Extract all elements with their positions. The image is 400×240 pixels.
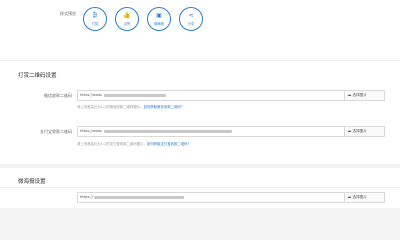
redacted-text xyxy=(103,129,232,133)
poster-section-title: 微海报设置 xyxy=(18,179,46,185)
alipay-qr-label: 支付宝收款二维码 xyxy=(40,129,72,134)
reward-button-label: 打赏 xyxy=(91,22,99,26)
share-button-label: 分享 xyxy=(187,22,195,26)
style-preview-label: 样式预览 xyxy=(60,11,76,16)
share-button[interactable]: ⋖ 分享 xyxy=(179,7,203,31)
cloud-upload-icon: ☁ xyxy=(347,129,352,134)
wechat-qr-input[interactable]: https://www. xyxy=(77,90,345,101)
redacted-text xyxy=(103,93,166,97)
divider xyxy=(0,187,400,188)
poster-button-label: 微海报 xyxy=(154,22,164,26)
wechat-qr-value: https://www. xyxy=(80,93,103,97)
hint-text: 请上传宽高比为1:1的支付宝收款二维码图片， xyxy=(77,142,147,146)
reward-qr-section-title: 打赏二维码设置 xyxy=(18,73,57,79)
reward-button[interactable]: ₿ 打赏 xyxy=(83,7,107,31)
alipay-qr-pick-button[interactable]: ☁选择图片 xyxy=(345,126,385,137)
poster-icon: ▣ xyxy=(156,12,162,19)
hint-text: 请上传宽高比为1:1的微信收款二维码图片， xyxy=(77,105,144,109)
reward-settings-panel: 样式预览 ₿ 打赏 👍 点赞 ▣ 微海报 ⋖ 分享 打赏二维码设置 微信收款二维… xyxy=(0,0,400,164)
pick-label: 选择图片 xyxy=(352,195,367,199)
wechat-qr-label: 微信收款二维码 xyxy=(44,93,72,98)
thumbs-up-icon: 👍 xyxy=(123,12,131,19)
divider xyxy=(0,60,400,61)
alipay-qr-value: https://www. xyxy=(80,129,103,133)
poster-image-pick-button[interactable]: ☁选择图片 xyxy=(345,192,385,203)
cloud-upload-icon: ☁ xyxy=(347,93,352,98)
poster-image-value: https:// xyxy=(80,195,93,199)
poster-button[interactable]: ▣ 微海报 xyxy=(147,7,171,31)
cloud-upload-icon: ☁ xyxy=(347,195,352,200)
wechat-qr-pick-button[interactable]: ☁选择图片 xyxy=(345,90,385,101)
share-icon: ⋖ xyxy=(188,12,194,19)
alipay-qr-hint: 请上传宽高比为1:1的支付宝收款二维码图片，如何获取支付宝收款二维码？ xyxy=(77,141,191,146)
pick-label: 选择图片 xyxy=(352,129,367,133)
like-button[interactable]: 👍 点赞 xyxy=(115,7,139,31)
wechat-qr-hint: 请上传宽高比为1:1的微信收款二维码图片，如何获取微信收款二维码？ xyxy=(77,104,184,109)
wechat-qr-help-link[interactable]: 如何获取微信收款二维码？ xyxy=(144,105,185,109)
redacted-text xyxy=(94,195,185,199)
poster-image-input[interactable]: https:// xyxy=(77,192,345,203)
pick-label: 选择图片 xyxy=(352,93,367,97)
like-button-label: 点赞 xyxy=(123,22,131,26)
poster-settings-panel: 微海报设置 https:// ☁选择图片 xyxy=(0,168,400,208)
alipay-qr-help-link[interactable]: 如何获取支付宝收款二维码？ xyxy=(147,142,191,146)
bitcoin-icon: ₿ xyxy=(92,12,98,19)
alipay-qr-input[interactable]: https://www. xyxy=(77,126,345,137)
